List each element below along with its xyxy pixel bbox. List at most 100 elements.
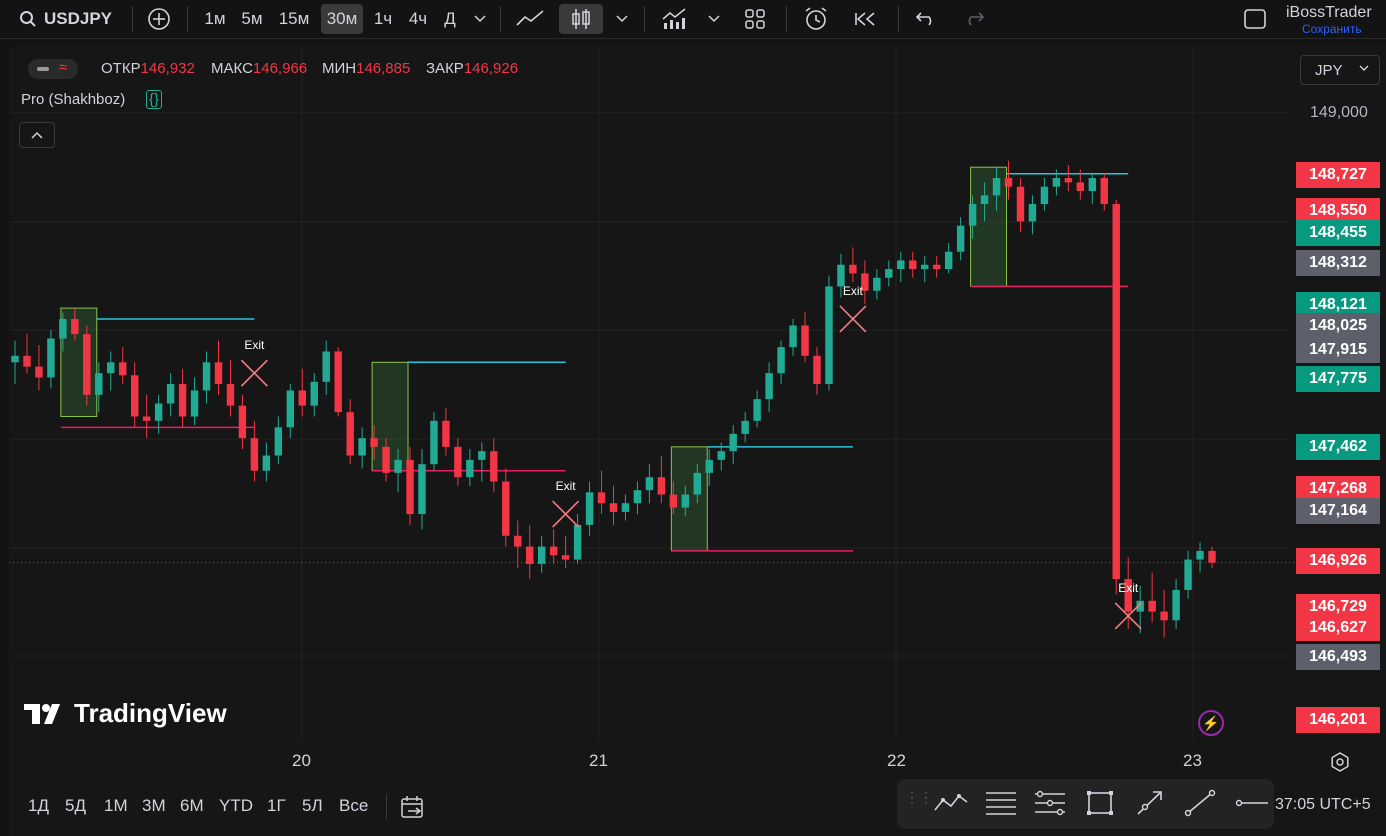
candle-body (1196, 550, 1204, 560)
price-label: 147,915 (1296, 337, 1380, 363)
candle-body (801, 325, 809, 356)
collapse-legend-button[interactable] (19, 122, 55, 148)
range-1y[interactable]: 1Г (267, 796, 286, 816)
candle-body (1184, 559, 1192, 590)
settings-gear-icon[interactable] (1330, 752, 1350, 777)
exit-label: Exit (1118, 581, 1139, 595)
candle-body (633, 490, 642, 504)
candle-body (573, 524, 582, 560)
range-6m[interactable]: 6М (180, 796, 204, 816)
trend-path-icon[interactable] (933, 792, 969, 819)
price-label: 147,164 (1296, 498, 1380, 524)
logo-text: TradingView (74, 698, 227, 728)
candle-body (717, 451, 725, 460)
position-entry-zone (371, 361, 409, 472)
range-1m[interactable]: 1М (104, 796, 128, 816)
legend-toggle[interactable]: ≈ (28, 59, 78, 79)
candle-body (968, 204, 977, 226)
candle-body (1040, 186, 1049, 205)
chevron-up-icon (31, 131, 43, 139)
date-label: 20 (292, 751, 311, 770)
candle-body (11, 355, 19, 363)
tradingview-logo: TradingView (24, 698, 227, 729)
candle-body (1064, 178, 1073, 183)
candle-body (980, 195, 989, 205)
drag-handle-icon[interactable]: ⋮⋮ (905, 790, 933, 804)
price-label: 147,462 (1296, 434, 1380, 460)
ohlc-high: МАКС146,966 (211, 60, 308, 77)
candle-body (142, 416, 151, 421)
horizontal-ray-icon[interactable] (1234, 796, 1268, 815)
go-to-date-icon[interactable] (400, 795, 426, 824)
candle-body (502, 481, 510, 536)
candle-body (59, 318, 67, 339)
candle-body (262, 455, 271, 471)
range-ytd[interactable]: YTD (219, 796, 253, 816)
candle-body (549, 546, 558, 556)
candle-body (334, 351, 342, 413)
candle-body (47, 338, 55, 378)
candle-body (897, 260, 905, 270)
ohlc-low: МИН146,885 (322, 60, 411, 77)
candle-body (346, 412, 354, 456)
pattern-lines-icon[interactable] (1034, 790, 1066, 821)
candle-body (669, 494, 678, 508)
currency-select[interactable]: JPY (1300, 55, 1380, 85)
candle-body (645, 477, 654, 491)
range-1d[interactable]: 1Д (28, 796, 49, 816)
candle-body (466, 459, 474, 478)
arrow-tool-icon[interactable] (1135, 789, 1165, 822)
candle-body (310, 381, 318, 406)
candle-body (95, 373, 103, 395)
candle-body (693, 472, 702, 495)
candle-body (1100, 178, 1108, 205)
source-code-icon[interactable]: {} (146, 90, 163, 109)
price-label: 147,775 (1296, 366, 1380, 392)
range-5d[interactable]: 5Д (65, 796, 86, 816)
candle-body (729, 433, 737, 452)
candle-body (765, 373, 773, 400)
candle-body (514, 535, 522, 547)
candle-body (873, 277, 881, 291)
range-5y[interactable]: 5Л (302, 796, 323, 816)
candle-body (741, 420, 749, 434)
price-axis-label: 149,000 (1310, 104, 1368, 121)
candle-body (454, 446, 462, 478)
candle-body (35, 366, 43, 378)
indicator-name[interactable]: Pro (Shakhboz) (21, 91, 125, 108)
candle-body (705, 459, 713, 473)
lightning-icon[interactable]: ⚡ (1198, 710, 1224, 736)
ohlc-close: ЗАКР146,926 (426, 60, 519, 77)
currency-value: JPY (1315, 61, 1343, 79)
rectangle-tool-icon[interactable] (1085, 789, 1115, 822)
candle-body (394, 459, 402, 473)
candle-body (274, 427, 283, 456)
candle-body (657, 477, 666, 495)
divider (386, 794, 387, 820)
date-label: 22 (887, 751, 906, 770)
candle-body (621, 503, 630, 512)
candle-body (238, 405, 247, 439)
candle-body (777, 347, 785, 374)
candle-body (956, 225, 965, 252)
clock-timezone[interactable]: 37:05 UTC+5 (1275, 796, 1371, 814)
candle-body (525, 546, 534, 564)
candle-body (885, 269, 893, 278)
candle-body (298, 390, 306, 406)
candle-body (1076, 182, 1085, 192)
candle-body (226, 383, 235, 406)
candle-body (561, 555, 570, 560)
candle-body (813, 355, 821, 384)
candle-body (418, 464, 426, 515)
trend-line-icon[interactable] (1184, 789, 1216, 822)
fib-levels-icon[interactable] (985, 790, 1017, 821)
exit-label: Exit (843, 284, 864, 298)
candle-body (406, 459, 414, 515)
candle-body (190, 390, 199, 417)
candle-body (23, 355, 31, 367)
range-3m[interactable]: 3М (142, 796, 166, 816)
range-all[interactable]: Все (339, 796, 368, 816)
candle-body (1052, 178, 1061, 187)
candle-body (478, 451, 486, 460)
ohlc-open: ОТКР146,932 (101, 60, 195, 77)
